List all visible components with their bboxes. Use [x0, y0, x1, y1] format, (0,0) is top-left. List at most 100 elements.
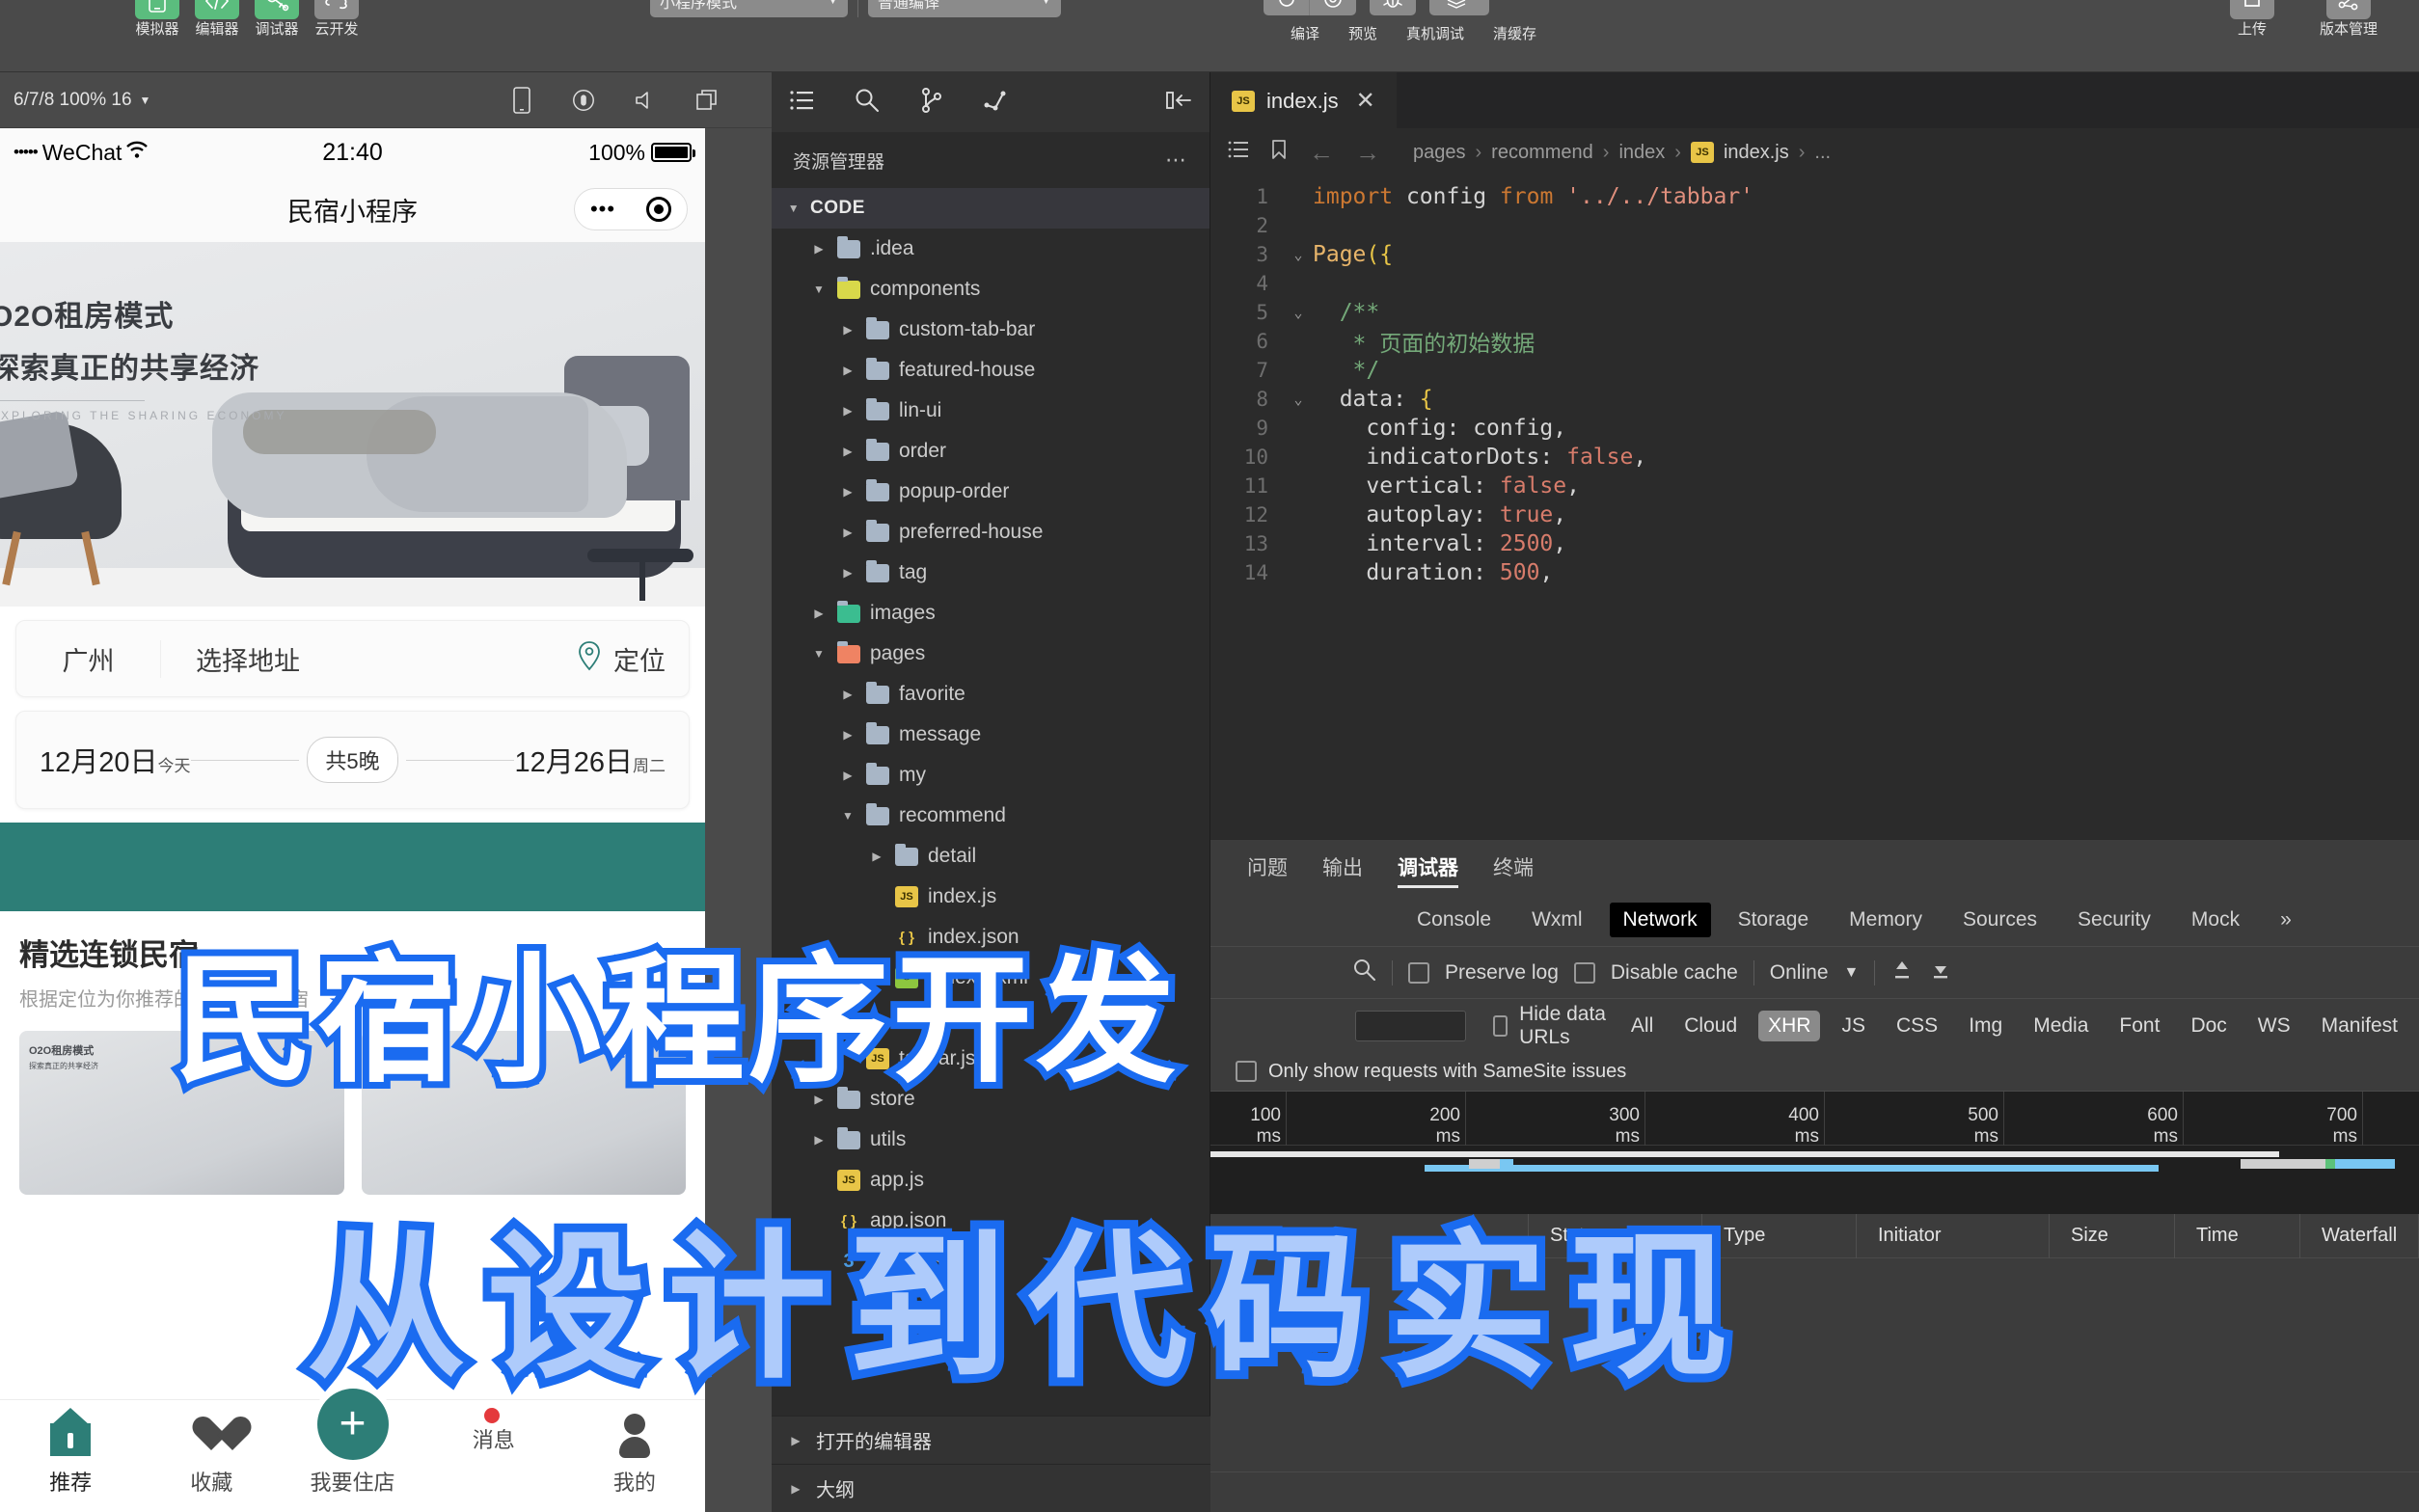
tree-folder-row[interactable]: ▶ .idea	[772, 229, 1210, 269]
code-line[interactable]: 11 vertical: false,	[1210, 472, 2419, 500]
editor-tab-index-js[interactable]: JS index.js ✕	[1210, 72, 1397, 128]
devtools-tab[interactable]: 输出	[1322, 840, 1363, 894]
tree-folder-row[interactable]: ▶ favorite	[772, 674, 1210, 715]
crumb-more[interactable]: ...	[1814, 142, 1831, 164]
toolbar-button-debugger[interactable]: 调试器	[247, 0, 307, 38]
tab-favorite[interactable]: 收藏	[141, 1400, 282, 1497]
forward-arrow-icon[interactable]: →	[1355, 138, 1380, 168]
resource-type-filter[interactable]: All	[1621, 1011, 1663, 1041]
chevron-down-icon[interactable]: ▼	[1844, 964, 1860, 982]
tree-folder-row[interactable]: ▶ store	[772, 1079, 1210, 1120]
code-line[interactable]: 1 import config from '../../tabbar'	[1210, 182, 2419, 211]
resource-type-filter[interactable]: WS	[2248, 1011, 2300, 1041]
files-icon[interactable]	[789, 89, 814, 117]
resource-type-filter[interactable]: JS	[1832, 1011, 1875, 1041]
network-column-header[interactable]: Status	[1529, 1213, 1702, 1258]
code-line[interactable]: 6 * 页面的初始数据	[1210, 327, 2419, 357]
volume-icon[interactable]	[633, 87, 658, 114]
house-card[interactable]: O2O租房模式 探索真正的共享经济	[19, 1031, 344, 1195]
resource-type-filter[interactable]: Manifest	[2312, 1011, 2407, 1041]
code-line[interactable]: 7 */	[1210, 356, 2419, 385]
code-line[interactable]: 14 duration: 500,	[1210, 558, 2419, 587]
resource-type-filter[interactable]: CSS	[1887, 1011, 1947, 1041]
fold-toggle-icon[interactable]: ⌄	[1284, 391, 1313, 408]
network-column-header[interactable]: Type	[1702, 1213, 1857, 1258]
tab-recommend[interactable]: 推荐	[0, 1400, 141, 1497]
network-column-header[interactable]: Name	[1210, 1213, 1529, 1258]
samesite-checkbox[interactable]	[1236, 1061, 1257, 1082]
devtools-tab[interactable]: 问题	[1247, 840, 1288, 894]
record-icon[interactable]	[571, 87, 596, 114]
fold-toggle-icon[interactable]: ⌄	[1284, 246, 1313, 263]
plus-icon[interactable]: +	[316, 1389, 389, 1460]
upload-arrow-icon[interactable]	[1890, 958, 1914, 987]
tree-file-row[interactable]: { } index.json	[772, 917, 1210, 958]
tab-book[interactable]: + 我要住店	[282, 1389, 422, 1497]
toolbar-button-cloud[interactable]: 云开发	[307, 0, 367, 38]
network-column-header[interactable]: Time	[2175, 1213, 2300, 1258]
network-column-header[interactable]: Initiator	[1857, 1213, 2050, 1258]
tree-folder-row[interactable]: ▶ my	[772, 755, 1210, 796]
graph-icon[interactable]	[984, 89, 1011, 117]
close-target-icon[interactable]	[646, 197, 672, 222]
explorer-root-row[interactable]: ▼ CODE	[772, 188, 1210, 229]
layers-icon[interactable]	[1429, 0, 1489, 15]
inspector-tab[interactable]: Memory	[1835, 903, 1936, 937]
checkin-date[interactable]: 12月20日今天	[40, 740, 191, 780]
house-card[interactable]: O2O租房模式 探索真正的共享经济	[361, 1031, 686, 1195]
refresh-icon[interactable]	[1264, 0, 1310, 15]
network-filter-input[interactable]	[1355, 1010, 1466, 1041]
source-control-icon[interactable]	[920, 87, 943, 118]
preview-label[interactable]: 预览	[1348, 27, 1377, 42]
clear-cache-button[interactable]	[1429, 0, 1489, 15]
resource-type-filter[interactable]: Font	[2109, 1011, 2169, 1041]
network-column-header[interactable]: Size	[2050, 1213, 2175, 1258]
resource-type-filter[interactable]: XHR	[1758, 1010, 1821, 1041]
code-line[interactable]: 13 interval: 2500,	[1210, 529, 2419, 558]
crumb-index[interactable]: index	[1618, 142, 1665, 164]
tree-file-row[interactable]: <> index.wxml	[772, 958, 1210, 998]
code-line[interactable]: 9 config: config,	[1210, 414, 2419, 443]
tree-folder-row[interactable]: ▶ custom-tab-bar	[772, 310, 1210, 350]
tree-file-row[interactable]: { } app.json	[772, 1201, 1210, 1241]
checkout-date[interactable]: 12月26日周二	[514, 740, 666, 780]
code-line[interactable]: 4	[1210, 269, 2419, 298]
inspector-tab[interactable]: Storage	[1725, 903, 1823, 937]
search-icon[interactable]	[855, 88, 880, 118]
device-debug-label[interactable]: 真机调试	[1406, 27, 1464, 42]
tree-folder-row[interactable]: ▶ lin-ui	[772, 391, 1210, 431]
tree-folder-row[interactable]: ▶ featured-house	[772, 350, 1210, 391]
tree-folder-row[interactable]: ▼ components	[772, 269, 1210, 310]
wechat-capsule[interactable]: •••	[574, 188, 688, 230]
code-line[interactable]: 3 ⌄ Page({	[1210, 240, 2419, 269]
bug-icon[interactable]	[1370, 0, 1416, 15]
code-line[interactable]: 5 ⌄ /**	[1210, 298, 2419, 327]
code-line[interactable]: 8 ⌄ data: {	[1210, 385, 2419, 414]
date-range-card[interactable]: 12月20日今天 共5晚 12月26日周二	[15, 711, 690, 809]
chevron-down-icon[interactable]: ▼	[140, 94, 151, 107]
toolbar-button-upload[interactable]: 上传	[2209, 0, 2296, 38]
toolbar-button-editor[interactable]: 编辑器	[187, 0, 247, 38]
devtools-tab[interactable]: 终端	[1493, 840, 1534, 894]
code-line[interactable]: 10 indicatorDots: false,	[1210, 443, 2419, 472]
crumb-recommend[interactable]: recommend	[1491, 142, 1593, 164]
device-info[interactable]: 6/7/8 100% 16	[14, 90, 132, 111]
inspector-tab[interactable]: Wxml	[1518, 903, 1595, 937]
tree-folder-row[interactable]: ▶ tag	[772, 553, 1210, 593]
code-lines[interactable]: 1 import config from '../../tabbar' 2 3 ⌄ Pag…	[1210, 176, 2419, 587]
tree-folder-row[interactable]: ▶ message	[772, 715, 1210, 755]
device-debug-button[interactable]	[1370, 0, 1416, 15]
collapse-panel-icon[interactable]	[1165, 89, 1192, 117]
inspector-tab[interactable]: Network	[1609, 903, 1711, 937]
more-actions-icon[interactable]: ⋯	[1165, 148, 1188, 173]
inspector-tab[interactable]: Mock	[2178, 903, 2253, 937]
disable-cache-checkbox[interactable]	[1573, 961, 1595, 984]
tab-message[interactable]: 消息	[423, 1400, 564, 1454]
download-arrow-icon[interactable]	[1929, 958, 1952, 987]
eye-icon[interactable]	[1310, 0, 1356, 15]
network-column-header[interactable]: Waterfall	[2300, 1213, 2419, 1258]
resource-type-filter[interactable]: Cloud	[1674, 1011, 1747, 1041]
more-icon[interactable]: •••	[590, 199, 615, 220]
tree-file-row[interactable]: JS index.js	[772, 877, 1210, 917]
tree-folder-row[interactable]: ▶ popup-order	[772, 472, 1210, 512]
